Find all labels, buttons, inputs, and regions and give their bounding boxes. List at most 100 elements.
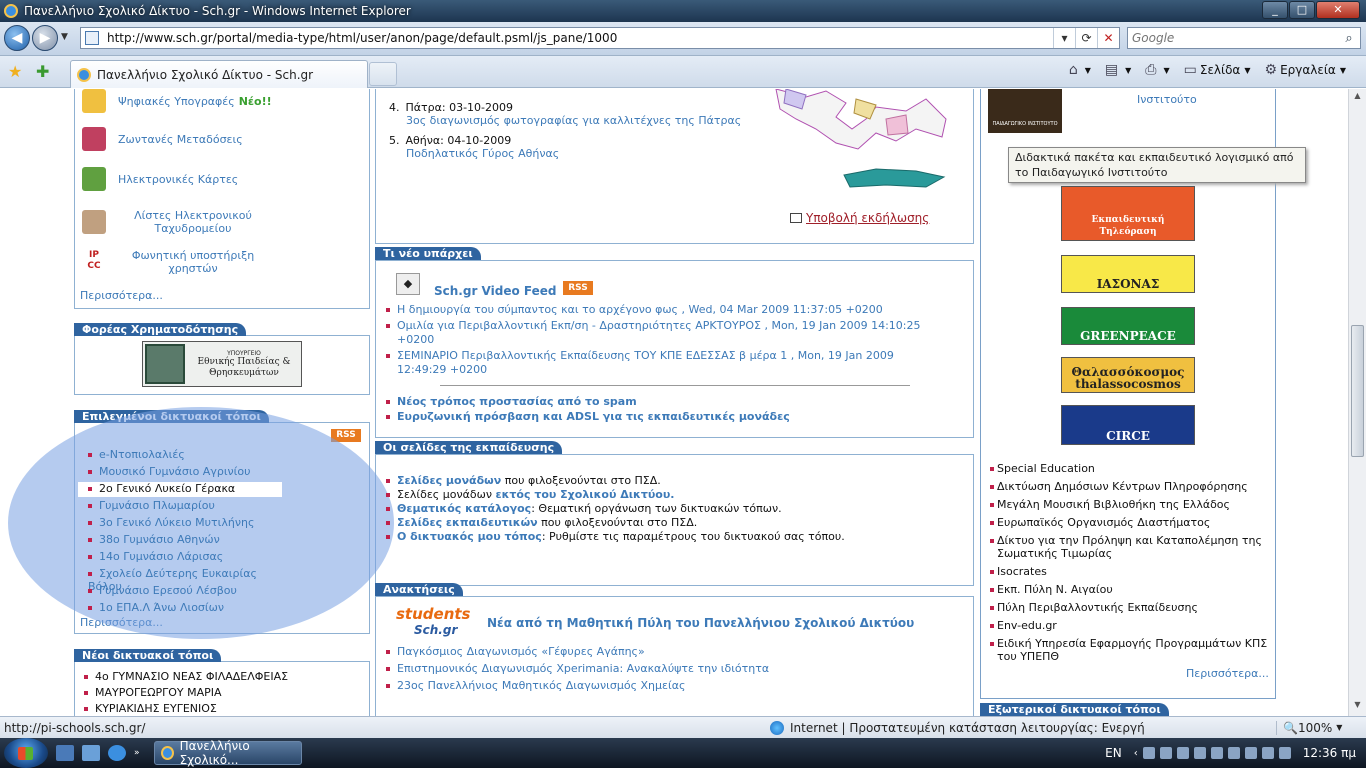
- pi-logo[interactable]: ΠΑΙΔΑΓΩΓΙΚΟ ΙΝΣΤΙΤΟΥΤΟ: [988, 89, 1062, 133]
- tab-active[interactable]: Πανελλήνιο Σχολικό Δίκτυο - Sch.gr: [70, 60, 368, 88]
- external-site-item[interactable]: Env-edu.gr: [990, 619, 1272, 632]
- tray-icon[interactable]: [1227, 747, 1240, 759]
- language-indicator[interactable]: EN: [1105, 746, 1122, 760]
- service-item[interactable]: Ψηφιακές Υπογραφές Νέο!!: [82, 89, 362, 113]
- banner[interactable]: ΙΑΣΟΝΑΣ: [1061, 255, 1195, 293]
- search-box[interactable]: ⌕: [1127, 27, 1361, 49]
- announcements-title[interactable]: Νέα από τη Μαθητική Πύλη του Πανελλήνιου…: [487, 616, 914, 630]
- greece-map[interactable]: [766, 89, 966, 194]
- featured-site-item[interactable]: 1ο ΕΠΑ.Λ Άνω Λιοσίων: [78, 601, 282, 616]
- print-button[interactable]: ⎙ ▼: [1145, 62, 1169, 78]
- tray-icon[interactable]: [1142, 747, 1155, 759]
- battery-icon[interactable]: [1244, 747, 1257, 759]
- right-more-link[interactable]: Περισσότερα...: [1186, 667, 1269, 680]
- start-button[interactable]: [4, 738, 48, 768]
- featured-site-item[interactable]: 14ο Γυμνάσιο Λάρισας: [78, 550, 282, 565]
- students-logo[interactable]: students Sch.gr: [396, 605, 476, 641]
- search-input[interactable]: [1132, 31, 1338, 45]
- event-item[interactable]: 5. Αθήνα: 04-10-2009 Ποδηλατικός Γύρος Αθή…: [389, 134, 559, 160]
- services-more-link[interactable]: Περισσότερα...: [80, 289, 163, 302]
- zoom-control[interactable]: 🔍 100% ▼: [1276, 720, 1366, 735]
- external-site-item[interactable]: Εκπ. Πύλη Ν. Αιγαίου: [990, 583, 1272, 596]
- new-site-item[interactable]: 4ο ΓΥΜΝΑΣΙΟ ΝΕΑΣ ΦΙΛΑΔΕΛΦΕΙΑΣ: [84, 670, 288, 683]
- news-link[interactable]: Νέος τρόπος προστασίας από το spam: [386, 395, 637, 408]
- close-button[interactable]: ✕: [1316, 1, 1360, 19]
- refresh-icon[interactable]: ⟳: [1075, 28, 1097, 48]
- featured-site-item[interactable]: Γυμνάσιο Ερεσού Λέσβου: [78, 584, 282, 599]
- featured-site-item[interactable]: 3ο Γενικό Λύκειο Μυτιλήνης: [78, 516, 282, 531]
- tray-icon[interactable]: [1193, 747, 1206, 759]
- favorites-star-icon[interactable]: ★: [8, 62, 22, 81]
- scroll-thumb[interactable]: [1351, 325, 1364, 457]
- external-site-item[interactable]: Isocrates: [990, 565, 1272, 578]
- tools-menu[interactable]: ⚙ Εργαλεία ▼: [1265, 62, 1347, 78]
- service-item[interactable]: Ηλεκτρονικές Κάρτες: [82, 167, 362, 191]
- external-site-item[interactable]: Δίκτυο για την Πρόληψη και Καταπολέμηση …: [990, 534, 1272, 560]
- edu-row-link[interactable]: Ο δικτυακός μου τόπος: [397, 530, 542, 543]
- banner[interactable]: Εκπαιδευτική Τηλεόραση: [1061, 186, 1195, 241]
- banner[interactable]: GREENPEACE: [1061, 307, 1195, 345]
- scroll-down-icon[interactable]: ▼: [1351, 700, 1364, 714]
- pi-caption[interactable]: Ινστιτούτο: [1137, 93, 1197, 106]
- feed-item[interactable]: Ομιλία για Περιβαλλοντική Εκπ/ση - Δραστ…: [386, 319, 946, 347]
- service-item[interactable]: IP CC Φωνητική υποστήριξη χρηστών: [82, 249, 362, 275]
- tray-icon[interactable]: [1159, 747, 1172, 759]
- show-desktop-icon[interactable]: [56, 745, 74, 761]
- service-item[interactable]: Ζωντανές Μεταδόσεις: [82, 127, 362, 151]
- featured-rss-badge[interactable]: RSS: [331, 429, 361, 442]
- edu-row-link[interactable]: Σελίδες εκπαιδευτικών: [397, 516, 538, 529]
- url-box[interactable]: http://www.sch.gr/portal/media-type/html…: [80, 27, 1120, 49]
- minimize-button[interactable]: _: [1262, 1, 1288, 19]
- featured-site-item[interactable]: Σχολείο Δεύτερης Ευκαιρίας Βόλου: [78, 567, 282, 593]
- security-zone[interactable]: Internet | Προστατευμένη κατάσταση λειτο…: [790, 721, 1145, 735]
- submit-event-link[interactable]: Υποβολή εκδήλωσης: [790, 211, 929, 225]
- page-menu[interactable]: ▭ Σελίδα ▼: [1184, 62, 1251, 78]
- external-site-item[interactable]: Μεγάλη Μουσική Βιβλιοθήκη της Ελλάδος: [990, 498, 1272, 511]
- tray-icon[interactable]: [1210, 747, 1223, 759]
- home-button[interactable]: ⌂ ▼: [1069, 62, 1091, 78]
- event-item[interactable]: 4. Πάτρα: 03-10-2009 3ος διαγωνισμός φωτογ…: [389, 101, 741, 127]
- feed-item[interactable]: Η δημιουργία του σύμπαντος και το αρχέγο…: [386, 303, 946, 317]
- url-dropdown-icon[interactable]: ▾: [1053, 28, 1075, 48]
- feed-item[interactable]: ΣΕΜΙΝΑΡΙΟ Περιβαλλοντικής Εκπαίδευσης ΤΟ…: [386, 349, 946, 377]
- featured-site-item[interactable]: 38ο Γυμνάσιο Αθηνών: [78, 533, 282, 548]
- volume-icon[interactable]: [1278, 747, 1291, 759]
- announcement-item[interactable]: 23ος Πανελλήνιος Μαθητικός Διαγωνισμός Χ…: [386, 679, 685, 692]
- external-site-item[interactable]: Πύλη Περιβαλλοντικής Εκπαίδευσης: [990, 601, 1272, 614]
- add-favorites-icon[interactable]: ✚: [36, 62, 49, 81]
- ie-quicklaunch-icon[interactable]: [108, 745, 126, 761]
- announcement-item[interactable]: Παγκόσμιος Διαγωνισμός «Γέφυρες Αγάπης»: [386, 645, 645, 658]
- url-text[interactable]: http://www.sch.gr/portal/media-type/html…: [103, 31, 1053, 45]
- back-button[interactable]: ◀: [4, 25, 30, 51]
- search-icon[interactable]: ⌕: [1338, 31, 1360, 46]
- feeds-button[interactable]: ▤ ▼: [1105, 62, 1131, 78]
- new-site-item[interactable]: ΜΑΥΡΟΓΕΩΡΓΟΥ ΜΑΡΙΑ: [84, 686, 222, 699]
- new-tab-button[interactable]: [369, 62, 397, 86]
- announcement-item[interactable]: Επιστημονικός Διαγωνισμός Xperimania: Αν…: [386, 662, 769, 675]
- featured-site-item[interactable]: Γυμνάσιο Πλωμαρίου: [78, 499, 282, 514]
- taskbar-ie-task[interactable]: Πανελλήνιο Σχολικό...: [153, 739, 302, 767]
- external-site-item[interactable]: Special Education: [990, 462, 1272, 475]
- external-site-item[interactable]: Ευρωπαϊκός Οργανισμός Διαστήματος: [990, 516, 1272, 529]
- history-dropdown-icon[interactable]: ▼: [61, 32, 68, 42]
- whatsnew-rss-badge[interactable]: RSS: [563, 281, 593, 295]
- service-item[interactable]: Λίστες Ηλεκτρονικού Ταχυδρομείου: [82, 209, 362, 235]
- edu-row-link[interactable]: Θεματικός κατάλογος: [397, 502, 531, 515]
- news-link[interactable]: Ευρυζωνική πρόσβαση και ADSL για τις εκπ…: [386, 410, 790, 423]
- featured-site-item[interactable]: 2ο Γενικό Λυκείο Γέρακα: [78, 482, 282, 497]
- ministry-logo[interactable]: ΥΠΟΥΡΓΕΙΟ Εθνικής Παιδείας & Θρησκευμάτων: [142, 341, 302, 387]
- featured-site-item[interactable]: Μουσικό Γυμνάσιο Αγρινίου: [78, 465, 282, 480]
- video-feed-title[interactable]: Sch.gr Video Feed: [434, 284, 556, 298]
- tray-icon[interactable]: [1176, 747, 1189, 759]
- featured-more-link[interactable]: Περισσότερα...: [80, 616, 163, 629]
- banner[interactable]: Θαλασσόκοσμος thalassocosmos: [1061, 357, 1195, 393]
- edu-row-link[interactable]: εκτός του Σχολικού Δικτύου.: [495, 488, 674, 501]
- external-site-item[interactable]: Δικτύωση Δημόσιων Κέντρων Πληροφόρησης: [990, 480, 1272, 493]
- scroll-up-icon[interactable]: ▲: [1351, 91, 1364, 105]
- clock[interactable]: 12:36 πμ: [1303, 746, 1356, 760]
- network-icon[interactable]: [1261, 747, 1274, 759]
- featured-site-item[interactable]: e-Ντοπιολαλιές: [78, 448, 282, 463]
- maximize-button[interactable]: □: [1289, 1, 1315, 19]
- switch-windows-icon[interactable]: [82, 745, 100, 761]
- edu-row-link[interactable]: Σελίδες μονάδων: [397, 474, 501, 487]
